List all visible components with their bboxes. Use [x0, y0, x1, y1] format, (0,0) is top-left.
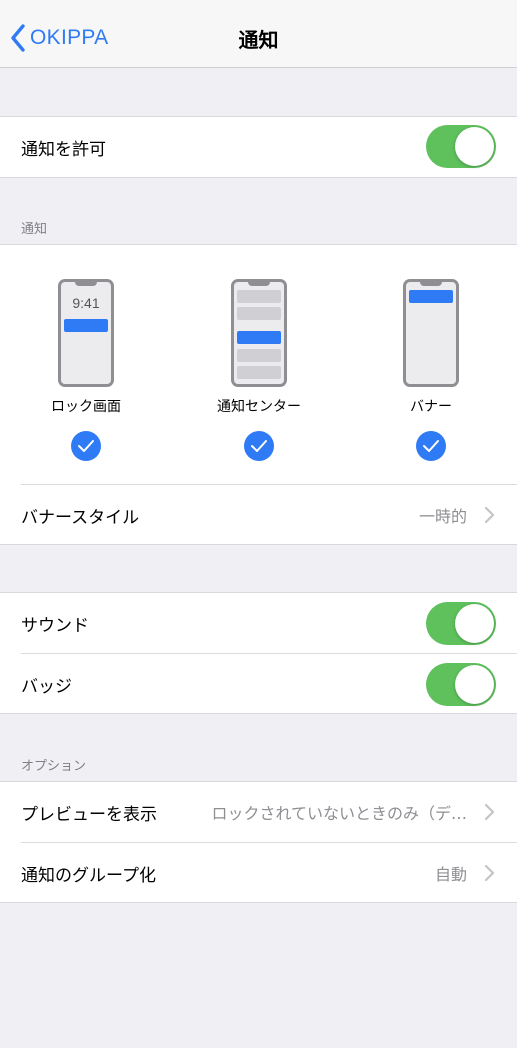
chevron-right-icon [484, 864, 495, 882]
allow-group: 通知を許可 [0, 116, 517, 178]
notification-grouping-row[interactable]: 通知のグループ化 自動 [0, 843, 517, 903]
style-option-label: ロック画面 [51, 399, 121, 415]
checkmark-icon[interactable] [416, 431, 446, 461]
notification-grouping-value: 自動 [434, 865, 467, 884]
notification-center-phone-icon [231, 279, 287, 387]
lock-screen-phone-icon: 9:41 [58, 279, 114, 387]
allow-notifications-toggle[interactable] [426, 125, 496, 168]
checkmark-icon[interactable] [244, 431, 274, 461]
style-option-notification-center[interactable]: 通知センター [179, 279, 339, 469]
notification-bar [237, 366, 281, 379]
show-previews-row[interactable]: プレビューを表示 ロックされていないときのみ（デ… [0, 782, 517, 842]
notification-bar [237, 290, 281, 303]
chevron-right-icon [484, 506, 495, 524]
notifications-group: 9:41 ロック画面 通知センター バナー バナースタイル 一時的 [0, 244, 517, 545]
notification-bar [237, 331, 281, 344]
banner-phone-icon [403, 279, 459, 387]
sound-row: サウンド [0, 593, 517, 653]
allow-notifications-label: 通知を許可 [21, 139, 106, 160]
toggle-knob [455, 665, 494, 704]
navigation-bar: OKIPPA 通知 [0, 0, 517, 68]
badge-toggle[interactable] [426, 663, 496, 706]
sound-label: サウンド [21, 615, 89, 636]
style-option-label: バナー [410, 399, 452, 415]
banner-style-label: バナースタイル [21, 507, 140, 528]
notification-bar [237, 349, 281, 362]
sound-toggle[interactable] [426, 602, 496, 645]
notification-bar [237, 307, 281, 320]
toggle-knob [455, 127, 494, 166]
checkmark-icon[interactable] [71, 431, 101, 461]
style-option-lock-screen[interactable]: 9:41 ロック画面 [6, 279, 166, 469]
style-option-banner[interactable]: バナー [351, 279, 511, 469]
phone-notch [420, 281, 442, 286]
style-option-label: 通知センター [217, 399, 301, 415]
banner-style-value: 一時的 [418, 507, 467, 526]
sound-badge-group: サウンド バッジ [0, 592, 517, 714]
toggle-knob [455, 604, 494, 643]
phone-notch [248, 281, 270, 286]
notification-bar [64, 319, 108, 332]
show-previews-value: ロックされていないときのみ（デ… [211, 804, 467, 823]
badge-label: バッジ [21, 676, 72, 697]
banner-style-row[interactable]: バナースタイル 一時的 [0, 485, 517, 545]
notification-grouping-label: 通知のグループ化 [21, 865, 156, 886]
notifications-section-header: 通知 [21, 222, 48, 237]
phone-notch [75, 281, 97, 286]
lock-screen-time: 9:41 [72, 295, 100, 311]
notification-bar [409, 290, 453, 303]
options-group: プレビューを表示 ロックされていないときのみ（デ… 通知のグループ化 自動 [0, 781, 517, 903]
page-title: 通知 [238, 28, 279, 52]
badge-row: バッジ [0, 654, 517, 714]
chevron-right-icon [484, 803, 495, 821]
show-previews-label: プレビューを表示 [21, 804, 157, 825]
options-section-header: オプション [21, 759, 87, 774]
allow-notifications-row: 通知を許可 [0, 117, 517, 177]
